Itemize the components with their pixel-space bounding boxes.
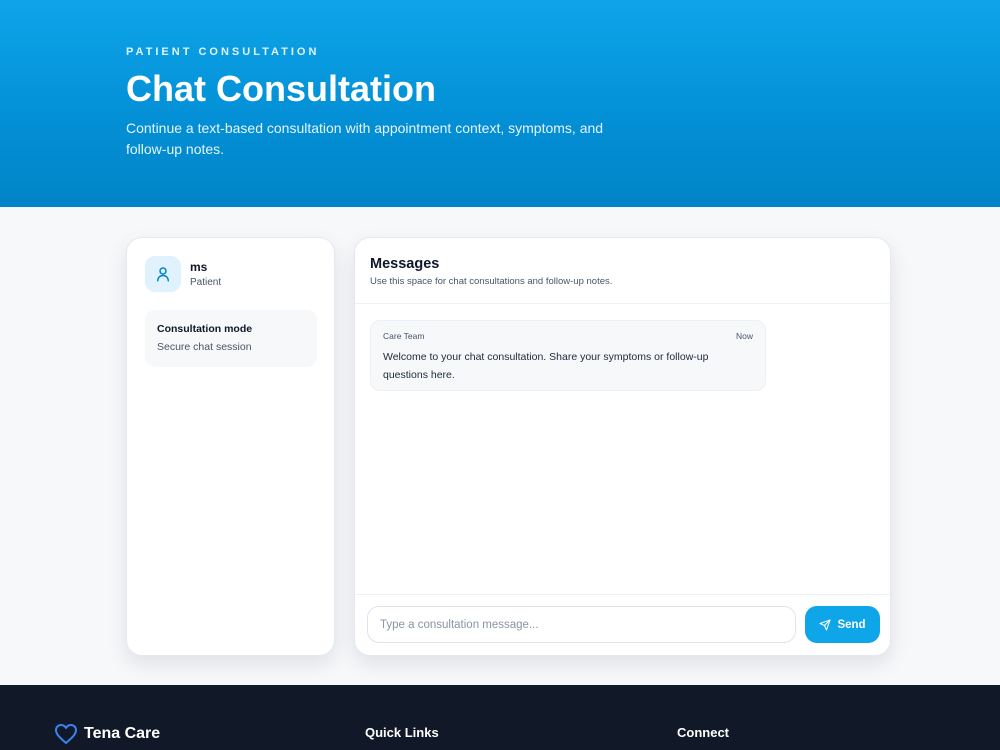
heart-icon <box>55 724 77 744</box>
hero-banner: PATIENT CONSULTATION Chat Consultation C… <box>0 0 1000 207</box>
message-time: Now <box>735 331 753 341</box>
message-sender: Care Team <box>383 331 425 341</box>
messages-title: Messages <box>370 256 440 272</box>
footer-quick-links-heading: Quick Links <box>365 725 439 740</box>
message-bubble: Care Team Now Welcome to your chat consu… <box>370 320 766 391</box>
messages-subtitle: Use this space for chat consultations an… <box>370 276 613 287</box>
footer-brand[interactable]: Tena Care <box>54 723 160 745</box>
page-title: Chat Consultation <box>126 68 436 109</box>
message-text: Welcome to your chat consultation. Share… <box>383 351 709 381</box>
message-input[interactable] <box>367 606 796 643</box>
site-footer: Tena Care Quick Links Connect <box>0 685 1000 750</box>
send-button[interactable]: Send <box>805 606 880 643</box>
user-icon <box>157 267 169 282</box>
send-button-label: Send <box>837 618 866 631</box>
avatar <box>145 256 181 292</box>
consultation-mode-title: Consultation mode <box>157 323 253 335</box>
hero-subtitle: Continue a text-based consultation with … <box>126 120 604 157</box>
send-icon <box>819 618 831 631</box>
user-role: Patient <box>190 277 222 288</box>
message-composer: Send <box>355 594 890 655</box>
user-name: ms <box>190 260 208 274</box>
main-content: ms Patient Consultation mode Secure chat… <box>0 207 1000 685</box>
consultation-mode-value: Secure chat session <box>157 341 252 353</box>
messages-panel: Messages Use this space for chat consult… <box>354 237 891 656</box>
consultation-mode-card: Consultation mode Secure chat session <box>145 310 317 367</box>
messages-header: Messages Use this space for chat consult… <box>355 238 890 304</box>
hero-eyebrow: PATIENT CONSULTATION <box>126 46 320 58</box>
patient-sidebar: ms Patient Consultation mode Secure chat… <box>126 237 335 656</box>
footer-connect-heading: Connect <box>677 725 729 740</box>
brand-name: Tena Care <box>84 725 161 742</box>
